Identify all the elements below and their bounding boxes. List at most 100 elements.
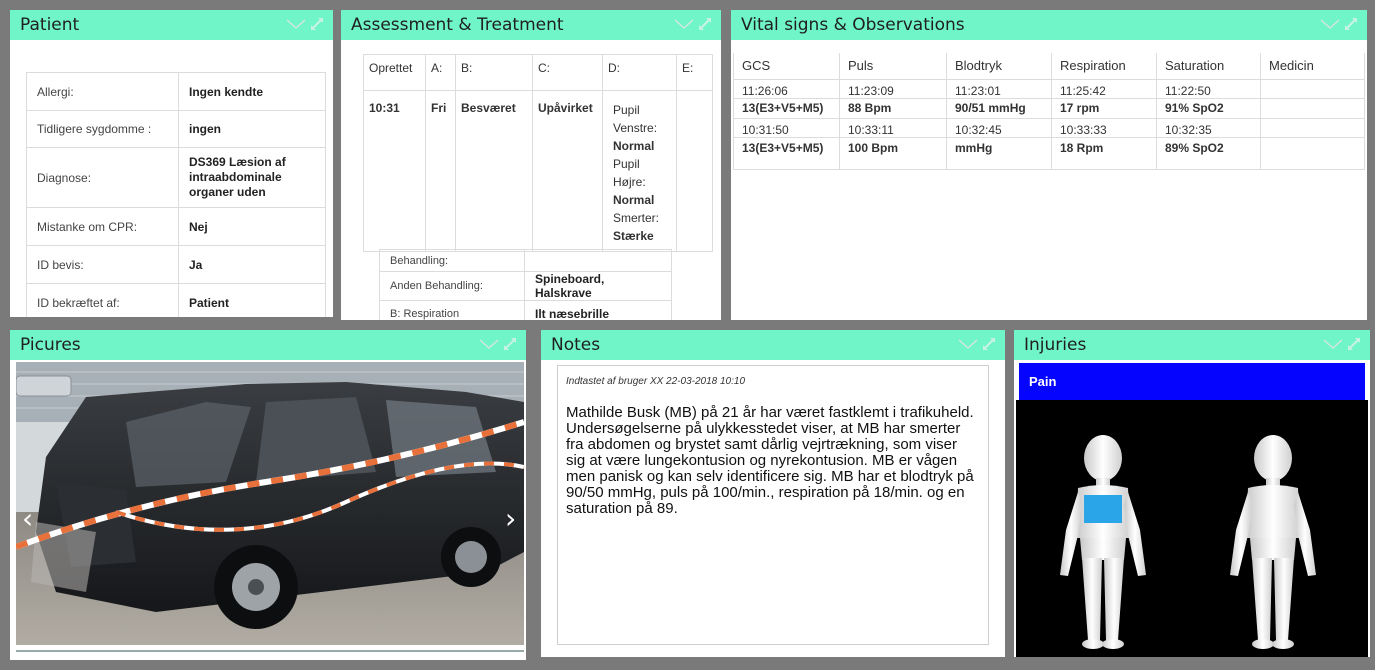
cell-time: 10:32:35 [1156,118,1261,138]
chevron-down-icon[interactable] [1322,337,1344,351]
cell-oprettet: 10:31 [363,90,426,252]
col-header: C: [532,54,603,91]
cell-value [1260,98,1365,119]
row-label: ID bekræftet af: [26,283,179,317]
col-header: A: [425,54,456,91]
row-label: B: Respiration [379,300,525,320]
panel-title: Vital signs & Observations [741,15,965,35]
gallery-scrollbar[interactable] [16,650,524,652]
cell-time [1260,79,1365,99]
pain-filter-button[interactable]: Pain [1019,363,1365,400]
treatment-table: Behandling: Anden Behandling: Spineboard,… [379,249,672,320]
table-row-value: 13(E3+V5+M5) 88 Bpm 90/51 mmHg 17 rpm 91… [733,98,1365,119]
row-label: Allergi: [26,72,179,111]
cell-c: Upåvirket [532,90,603,252]
col-header: B: [455,54,533,91]
table-header-row: GCS Puls Blodtryk Respiration Saturation… [733,53,1365,80]
body-back-figure [1230,435,1316,649]
panel-title: Notes [551,335,601,355]
prev-arrow-button[interactable]: ‹ [22,502,33,535]
table-row-value: 13(E3+V5+M5) 100 Bpm mmHg 18 Rpm 89% SpO… [733,137,1365,170]
row-value: Spineboard, Halskrave [524,271,672,301]
row-label: Anden Behandling: [379,271,525,301]
row-value: Patient [178,283,326,317]
panel-title: Injuries [1024,335,1087,355]
vitals-table: GCS Puls Blodtryk Respiration Saturation… [733,53,1365,170]
expand-icon[interactable] [502,336,518,352]
col-header: Oprettet [363,54,426,91]
table-row: Anden Behandling: Spineboard, Halskrave [379,271,672,301]
d-value: Stærke [613,229,654,243]
expand-icon[interactable] [309,16,325,32]
row-value: Ingen kendte [178,72,326,111]
expand-icon[interactable] [1343,16,1359,32]
cell-time: 11:26:06 [733,79,840,99]
row-value: DS369 Læsion af intraabdominale organer … [178,147,326,208]
injuries-header: Injuries [1014,330,1370,360]
cell-value: mmHg [946,137,1052,170]
next-arrow-button[interactable]: › [505,502,516,535]
col-header: E: [676,54,713,91]
cell-a: Fri [425,90,456,252]
cell-value: 88 Bpm [839,98,947,119]
body-map[interactable] [1016,400,1368,657]
injuries-panel: Injuries Pain [1014,330,1370,657]
cell-time: 10:33:33 [1051,118,1157,138]
chevron-down-icon[interactable] [673,17,695,31]
expand-icon[interactable] [981,336,997,352]
panel-title: Assessment & Treatment [351,15,564,35]
notes-meta: Indtastet af bruger XX 22-03-2018 10:10 [566,376,746,387]
car-photo [16,362,524,645]
cell-value: 13(E3+V5+M5) [733,98,840,119]
d-label: Pupil Højre: [613,157,646,189]
cell-time [1260,118,1365,138]
table-row-time: 10:31:50 10:33:11 10:32:45 10:33:33 10:3… [733,118,1365,138]
vitals-header: Vital signs & Observations [731,10,1367,40]
cell-value: 18 Rpm [1051,137,1157,170]
cell-value: 17 rpm [1051,98,1157,119]
cell-value [1260,137,1365,170]
assessment-panel: Assessment & Treatment Oprettet A: B: C:… [341,10,721,320]
cell-e [676,90,713,252]
table-row: Diagnose: DS369 Læsion af intraabdominale… [26,147,326,208]
d-value: Normal [613,193,655,207]
cell-time: 11:23:09 [839,79,947,99]
col-header: Respiration [1051,53,1157,80]
col-header: Blodtryk [946,53,1052,80]
row-label: Diagnose: [26,147,179,208]
chevron-down-icon[interactable] [957,337,979,351]
d-label: Smerter: [613,211,660,225]
cell-value: 91% SpO2 [1156,98,1261,119]
patient-panel: Patient Allergi: Ingen kendte Tidligere s… [10,10,333,317]
row-value [524,249,672,272]
table-row: Tidligere sygdomme : ingen [26,110,326,148]
expand-icon[interactable] [1346,336,1362,352]
notes-textarea[interactable]: Indtastet af bruger XX 22-03-2018 10:10 … [557,365,989,645]
expand-icon[interactable] [697,16,713,32]
body-front-figure [1060,435,1146,649]
table-row: Behandling: [379,249,672,272]
pictures-panel: Picures ‹ › [10,330,526,660]
injury-marker [1084,495,1122,523]
col-header: D: [602,54,677,91]
cell-value: 90/51 mmHg [946,98,1052,119]
abcde-table: Oprettet A: B: C: D: E: 10:31 Fri Besvær… [363,54,713,252]
patient-header: Patient [10,10,333,40]
chevron-down-icon[interactable] [478,337,500,351]
panel-title: Picures [20,335,81,355]
row-label: Mistanke om CPR: [26,207,179,246]
table-row-time: 11:26:06 11:23:09 11:23:01 11:25:42 11:2… [733,79,1365,99]
cell-d: Pupil Venstre: Normal Pupil Højre: Norma… [602,90,677,252]
chevron-down-icon[interactable] [285,17,307,31]
row-label: Tidligere sygdomme : [26,110,179,148]
cell-time: 10:32:45 [946,118,1052,138]
notes-panel: Notes Indtastet af bruger XX 22-03-2018 … [541,330,1005,657]
cell-time: 11:23:01 [946,79,1052,99]
cell-value: 13(E3+V5+M5) [733,137,840,170]
table-row: B: Respiration Ilt næsebrille [379,300,672,320]
chevron-down-icon[interactable] [1319,17,1341,31]
notes-text: Mathilde Busk (MB) på 21 år har været fa… [566,404,974,517]
table-row: Allergi: Ingen kendte [26,72,326,111]
col-header: Saturation [1156,53,1261,80]
row-label: ID bevis: [26,245,179,284]
